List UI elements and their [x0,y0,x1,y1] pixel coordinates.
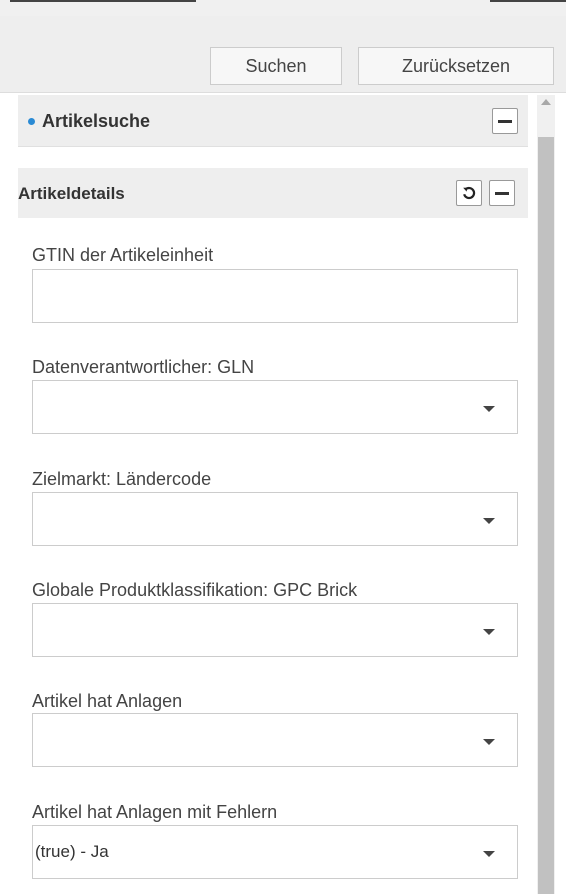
chevron-down-icon [483,518,495,524]
reset-button[interactable]: Zurücksetzen [358,47,554,85]
article-details-header: Artikeldetails [18,168,528,218]
gln-select[interactable] [32,380,518,434]
search-button[interactable]: Suchen [210,47,342,85]
attachments-errors-label: Artikel hat Anlagen mit Fehlern [32,802,278,822]
gtin-label: GTIN der Artikeleinheit [32,245,214,265]
attachments-errors-select[interactable]: (true) - Ja [32,825,518,879]
target-market-select[interactable] [32,492,518,546]
article-search-title: Artikelsuche [42,111,151,131]
chevron-down-icon [483,406,495,412]
scrollbar-thumb[interactable] [538,137,554,894]
minus-icon [495,191,509,195]
has-attachments-label: Artikel hat Anlagen [32,691,183,711]
scroll-up-arrow-icon[interactable] [541,99,551,105]
top-edge-line-right [490,0,566,2]
article-search-header[interactable]: Artikelsuche [18,95,528,147]
chevron-down-icon [483,629,495,635]
vertical-scrollbar[interactable] [537,95,555,894]
attachments-errors-value: (true) - Ja [35,842,109,861]
gpc-brick-select[interactable] [32,603,518,657]
chevron-down-icon [483,739,495,745]
has-attachments-select[interactable] [32,713,518,767]
collapse-search-button[interactable] [492,108,518,134]
target-market-label: Zielmarkt: Ländercode [32,469,212,489]
gln-label: Datenverantwortlicher: GLN [32,357,255,377]
minus-icon [498,119,512,123]
top-edge-line-left [10,0,196,2]
search-panel: Artikelsuche Artikeldetails GTIN der Art… [18,95,528,894]
gpc-brick-label: Globale Produktklassifikation: GPC Brick [32,580,358,600]
search-toolbar: Suchen Zurücksetzen [0,16,566,93]
top-edge [0,0,566,16]
article-details-title: Artikeldetails [18,184,125,203]
refresh-icon [463,186,476,200]
chevron-down-icon [483,851,495,857]
gtin-input[interactable] [32,269,518,323]
collapse-details-button[interactable] [489,180,515,206]
bullet-icon [28,118,35,125]
reset-details-button[interactable] [456,180,482,206]
